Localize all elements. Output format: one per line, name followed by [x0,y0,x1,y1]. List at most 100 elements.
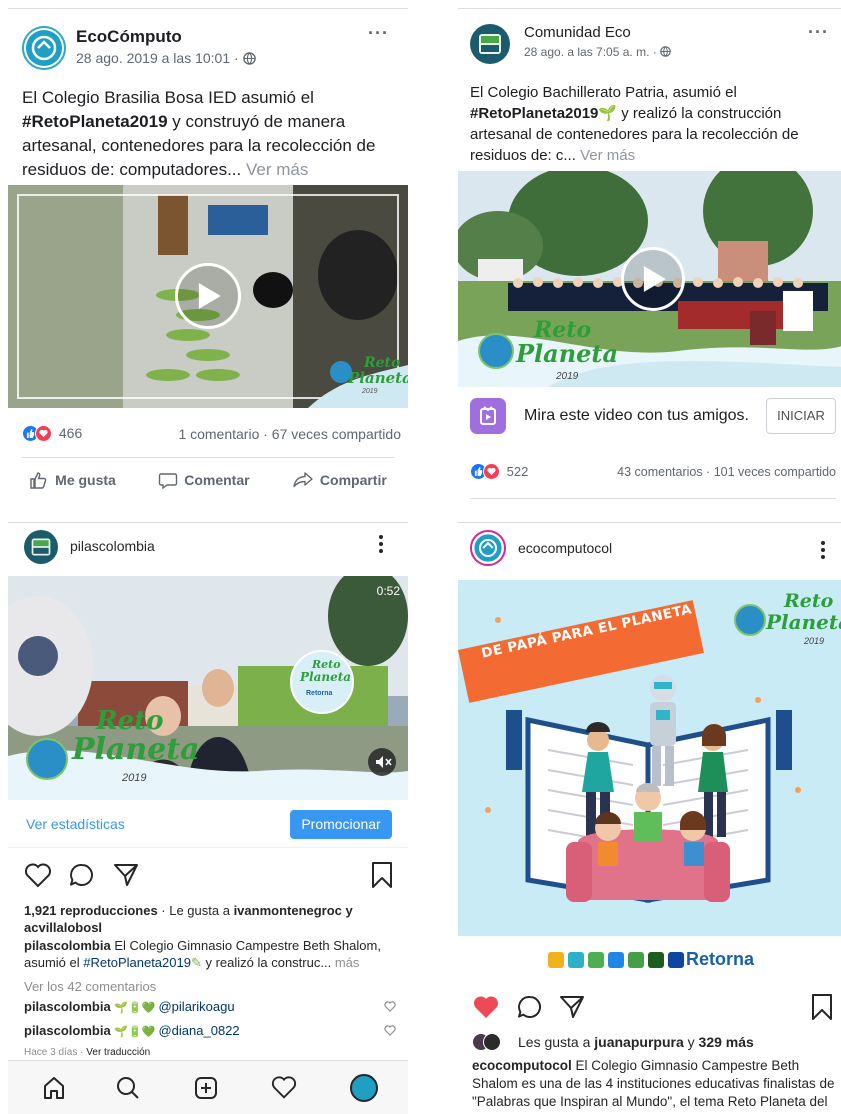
reto-planeta-logo: Reto Planeta 2019 [734,590,841,654]
search-icon[interactable] [115,1075,141,1101]
emoji-group: 🌱🔋💚 [114,1002,159,1014]
play-button[interactable] [175,263,241,329]
globe-icon [242,52,256,65]
reto-planeta-logo: Reto Planeta 2019 [330,353,408,403]
logo-word-planeta: Planeta [766,610,841,634]
likes-middle: y [683,1034,699,1050]
comment-like-icon[interactable] [384,1001,396,1012]
recycle-logo-icon [474,534,502,562]
post-time-ago: Hace 3 días [24,1047,78,1058]
post-image[interactable]: DE PAPÁ PARA EL PLANETA Reto Planeta 201… [458,580,841,936]
promotion-bar: Ver estadísticas Promocionar [8,800,408,848]
video-thumbnail[interactable]: Reto Planeta 2019 [458,171,841,387]
more-options-icon[interactable] [820,540,826,560]
comment-mention[interactable]: @pilarikoagu [158,999,234,1014]
caption-author[interactable]: ecocomputocol [472,1058,572,1073]
heart-filled-icon[interactable] [472,994,500,1020]
logo-year: 2019 [122,772,147,784]
logo-year: 2019 [804,636,825,646]
new-post-icon[interactable] [193,1075,219,1101]
comment-author[interactable]: pilascolombia [24,999,111,1014]
direct-send-icon[interactable] [112,862,140,888]
views-count[interactable]: 1,921 reproducciones [24,903,158,918]
post-author[interactable]: EcoCómputo [76,27,182,47]
bookmark-icon[interactable] [370,861,394,889]
engagement-summary[interactable]: 1 comentario · 67 veces compartido [161,426,401,442]
instagram-post-pilascolombia: pilascolombia 0:52 Reto Planeta Retorna [8,522,408,1114]
caption-more-link[interactable]: más [335,955,360,970]
promote-button[interactable]: Promocionar [290,810,392,839]
post-author[interactable]: ecocomputocol [518,540,612,556]
comment-bubble-icon[interactable] [68,862,96,888]
home-icon[interactable] [41,1075,67,1101]
reto-planeta-logo-badge: Reto Planeta Retorna [290,650,354,714]
caption-text-end: y realizó la construc... [201,955,335,970]
profile-avatar-tab[interactable] [350,1074,378,1102]
share-button[interactable]: Compartir [292,470,387,490]
ecocomputocol-avatar[interactable] [470,530,506,566]
comment-label: Comentar [184,472,250,488]
sponsor-logo-icon [588,952,604,968]
see-more-link[interactable]: Ver más [580,147,635,164]
mute-button[interactable] [368,748,396,776]
comment-bubble-icon[interactable] [516,994,544,1020]
engagement-summary[interactable]: 43 comentarios · 101 veces compartido [588,465,836,479]
post-timestamp[interactable]: 28 ago. 2019 a las 10:01 · [76,50,256,66]
more-options-icon[interactable]: ··· [368,23,389,44]
post-author[interactable]: pilascolombia [70,538,155,554]
reaction-icons[interactable] [470,463,500,481]
globe-mascot-icon [330,361,352,383]
likes-more[interactable]: 329 más [699,1034,754,1050]
pilas-logo-icon [31,538,51,556]
post-text-start: El Colegio Brasilia Bosa IED asumió el [22,88,314,107]
activity-heart-icon[interactable] [271,1075,297,1101]
more-options-icon[interactable]: ··· [808,22,829,43]
sponsor-logo-icon [668,952,684,968]
hashtag-link[interactable]: #RetoPlaneta2019 [470,105,598,122]
reaction-count[interactable]: 522 [507,464,529,479]
logo-year: 2019 [362,388,378,395]
post-timestamp[interactable]: 28 ago. a las 7:05 a. m. · [524,45,671,59]
comment-author[interactable]: pilascolombia [24,1023,111,1038]
comment-icon [159,473,178,490]
reaction-summary: 466 [22,424,82,442]
reaction-count[interactable]: 466 [59,425,82,441]
sponsor-strip: Retorna [458,936,841,988]
comment-button[interactable]: Comentar [158,470,250,490]
caption-hashtag[interactable]: #RetoPlaneta2019 [83,955,191,970]
bookmark-icon[interactable] [810,993,834,1021]
see-more-link[interactable]: Ver más [246,160,308,179]
hashtag-link[interactable]: #RetoPlaneta2019 [22,112,168,131]
more-options-icon[interactable] [378,534,384,554]
divider [458,522,841,523]
video-thumbnail[interactable]: Reto Planeta 2019 [8,185,408,408]
play-button[interactable] [621,247,685,311]
share-label: Compartir [319,472,387,488]
ecocomputo-avatar[interactable] [22,26,66,70]
liker-avatar [483,1033,501,1051]
likes-user[interactable]: juanapurpura [594,1034,683,1050]
globe-icon [660,46,671,57]
liker-avatars[interactable] [472,1033,512,1053]
reaction-icons[interactable] [22,424,52,442]
post-text-start: El Colegio Bachillerato Patria, asumió e… [470,84,737,101]
comunidad-eco-avatar[interactable] [470,24,510,64]
caption-author[interactable]: pilascolombia [24,938,111,953]
love-reaction-icon [35,424,52,442]
video-post[interactable]: 0:52 Reto Planeta Retorna Reto Planeta 2… [8,576,408,800]
view-comments-link[interactable]: Ver los 42 comentarios [24,978,156,995]
muted-speaker-icon [376,756,392,768]
like-button[interactable]: Me gusta [29,470,116,490]
comment-like-icon[interactable] [384,1025,396,1036]
pilascolombia-avatar[interactable] [24,530,58,564]
see-translation-link[interactable]: Ver traducción [86,1047,150,1058]
direct-send-icon[interactable] [558,994,586,1020]
start-watch-button[interactable]: INICIAR [766,398,836,434]
post-author[interactable]: Comunidad Eco [524,24,631,41]
view-insights-link[interactable]: Ver estadísticas [26,816,125,832]
comment-mention[interactable]: @diana_0822 [158,1023,239,1038]
video-timer: 0:52 [376,584,400,598]
sponsor-name: Retorna [306,690,333,697]
heart-outline-icon[interactable] [24,862,52,888]
post-date: 28 ago. a las 7:05 a. m. · [524,45,661,59]
